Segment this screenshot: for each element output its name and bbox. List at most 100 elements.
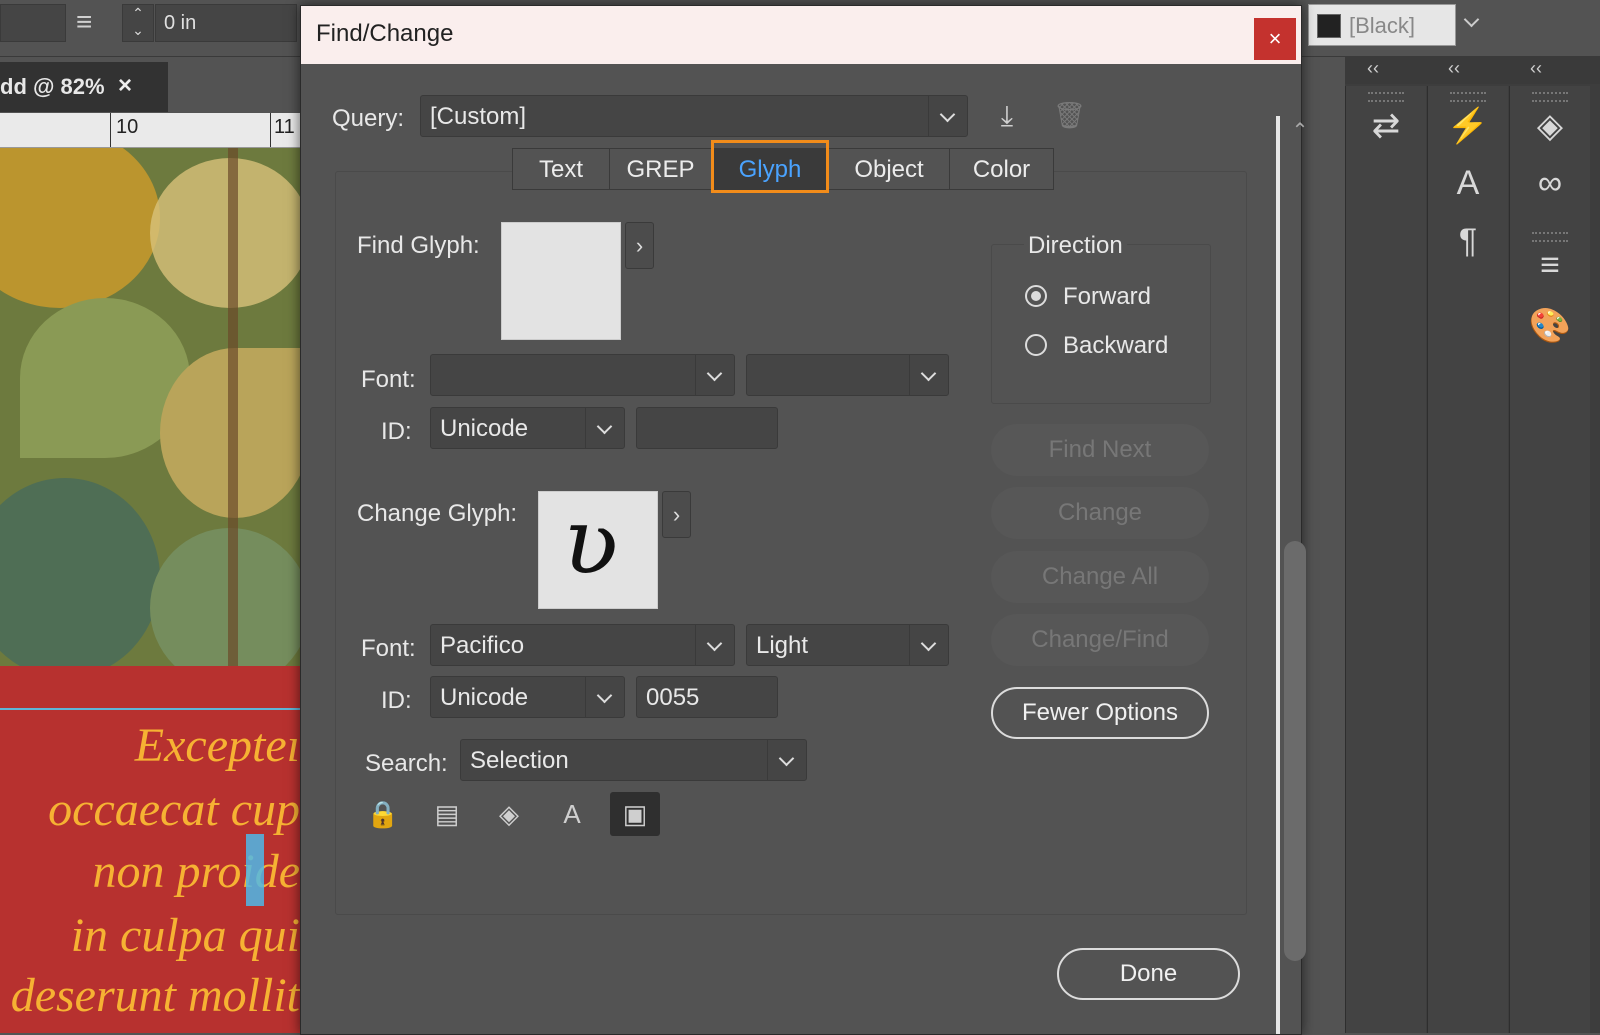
done-button[interactable]: Done (1057, 948, 1240, 1000)
page-transitions-icon[interactable]: ⇄ (1346, 106, 1426, 146)
search-scope-value: Selection (470, 747, 569, 774)
grip-handle[interactable] (1368, 92, 1404, 102)
swatch-label: [Black] (1349, 13, 1416, 38)
find-id-label: ID: (381, 418, 412, 445)
find-glyph-label: Find Glyph: (357, 232, 480, 259)
tab-color[interactable]: Color (949, 148, 1054, 190)
tab-highlight-box (711, 140, 829, 193)
collapse-icon[interactable]: ‹‹ (1448, 58, 1460, 79)
change-button[interactable]: Change (991, 487, 1209, 539)
change-all-button[interactable]: Change All (991, 551, 1209, 603)
backward-label: Backward (1063, 332, 1169, 359)
change-glyph-menu-button[interactable]: › (662, 491, 691, 538)
text-selection-highlight (246, 834, 264, 906)
query-value: [Custom] (430, 103, 527, 130)
change-glyph-char: ʋ (563, 488, 619, 595)
include-locked-stories-icon[interactable]: ▤ (422, 792, 472, 836)
grip-handle[interactable] (1532, 92, 1568, 102)
cc-libraries-icon[interactable]: ⚡ (1428, 106, 1508, 146)
body-text-line: occaecat cup (48, 783, 300, 836)
panel-column: ◈ ∞ ≡ 🎨 (1509, 86, 1590, 1033)
fewer-options-button[interactable]: Fewer Options (991, 687, 1209, 739)
grip-handle[interactable] (1532, 232, 1568, 242)
chevron-down-icon (585, 408, 624, 448)
find-next-button[interactable]: Find Next (991, 424, 1209, 476)
search-scope-dropdown[interactable]: Selection (460, 739, 807, 781)
scrollbar-thumb[interactable] (1284, 541, 1306, 961)
include-master-pages-icon[interactable]: A (547, 792, 597, 836)
change-id-label: ID: (381, 687, 412, 714)
close-icon[interactable]: × (118, 72, 132, 100)
spacing-value: 0 in (164, 12, 197, 34)
change-glyph-preview[interactable]: ʋ (538, 488, 658, 609)
change-id-value: 0055 (646, 684, 700, 711)
black-swatch-icon (1317, 14, 1341, 38)
change-id-field[interactable]: 0055 (636, 676, 778, 718)
collapse-icon[interactable]: ‹‹ (1530, 58, 1542, 79)
change-glyph-label: Change Glyph: (357, 500, 518, 527)
layers-icon[interactable]: ◈ (1510, 106, 1590, 146)
close-button[interactable]: × (1254, 18, 1296, 60)
find-glyph-preview[interactable] (501, 222, 621, 340)
tab-grep[interactable]: GREP (609, 148, 712, 190)
direction-group (991, 244, 1211, 404)
ruler-tick (110, 113, 111, 147)
body-text-segment: non proide (92, 845, 300, 898)
chevron-down-icon (695, 625, 734, 665)
links-icon[interactable]: ∞ (1510, 164, 1590, 203)
spacing-stepper[interactable]: ⌃ ⌄ (122, 4, 154, 42)
find-id-field[interactable] (636, 407, 778, 449)
change-font-family-dropdown[interactable]: Pacifico (430, 624, 735, 666)
tab-text[interactable]: Text (512, 148, 610, 190)
stroke-icon[interactable]: ≡ (1510, 246, 1590, 285)
include-footnotes-icon[interactable]: ▣ (610, 792, 660, 836)
text-frame[interactable]: Excepteı occaecat cup non proide in culp… (0, 666, 300, 1033)
collapse-icon[interactable]: ‹‹ (1367, 58, 1379, 79)
panel-column: ⚡ A ¶ (1427, 86, 1508, 1033)
grip-handle[interactable] (1450, 92, 1486, 102)
find-font-label: Font: (361, 366, 416, 393)
query-dropdown[interactable]: [Custom] (420, 95, 968, 137)
swatch-dropdown[interactable]: [Black] (1308, 4, 1456, 46)
document-tab[interactable]: dd @ 82% × (0, 62, 168, 112)
find-change-dialog: Find/Change × Query: [Custom] ⤓ 🗑 Text G… (300, 5, 1308, 1035)
change-id-type-value: Unicode (440, 684, 529, 711)
change-font-style-dropdown[interactable]: Light (746, 624, 949, 666)
find-font-family-dropdown[interactable] (430, 354, 735, 396)
document-tab-label: dd @ 82% (0, 74, 105, 99)
change-find-button[interactable]: Change/Find (991, 614, 1209, 666)
dialog-title: Find/Change (316, 20, 454, 47)
spacing-field[interactable]: 0 in (155, 4, 297, 42)
direction-title: Direction (1024, 232, 1127, 260)
include-locked-layers-icon[interactable]: 🔒 (358, 792, 408, 836)
tab-object[interactable]: Object (828, 148, 950, 190)
change-font-style-value: Light (756, 632, 809, 659)
backward-radio[interactable] (1025, 334, 1047, 356)
horizontal-ruler: 10 11 (0, 113, 300, 148)
scroll-up-icon[interactable]: ⌃ (1285, 118, 1315, 148)
chevron-down-icon[interactable] (1460, 4, 1486, 44)
change-font-family-value: Pacifico (440, 632, 525, 659)
forward-label: Forward (1063, 283, 1152, 310)
find-font-style-dropdown[interactable] (746, 354, 949, 396)
change-id-type-dropdown[interactable]: Unicode (430, 676, 625, 718)
paragraph-styles-icon[interactable]: ¶ (1428, 222, 1508, 261)
panel-dock: ‹‹ ‹‹ ‹‹ ⇄ ⚡ A ¶ ◈ ∞ ≡ 🎨 (1345, 56, 1600, 1033)
chevron-down-icon (928, 96, 967, 136)
delete-query-icon[interactable]: 🗑 (1053, 100, 1086, 134)
ruler-label: 10 (116, 116, 139, 138)
panel-column: ⇄ (1345, 86, 1426, 1033)
character-styles-icon[interactable]: A (1428, 164, 1508, 203)
save-query-icon[interactable]: ⤓ (989, 100, 1025, 134)
align-icon[interactable]: ≡ (76, 6, 92, 38)
find-glyph-menu-button[interactable]: › (625, 222, 654, 269)
body-text-line: Excepteı (134, 719, 300, 772)
forward-radio[interactable] (1025, 285, 1047, 307)
control-field[interactable] (0, 4, 66, 42)
find-id-type-dropdown[interactable]: Unicode (430, 407, 625, 449)
ruler-tick (270, 113, 271, 147)
chevron-down-icon (909, 355, 948, 395)
dialog-titlebar[interactable]: Find/Change × (301, 6, 1301, 64)
include-hidden-layers-icon[interactable]: ◈ (484, 792, 534, 836)
swatches-icon[interactable]: 🎨 (1510, 306, 1590, 346)
